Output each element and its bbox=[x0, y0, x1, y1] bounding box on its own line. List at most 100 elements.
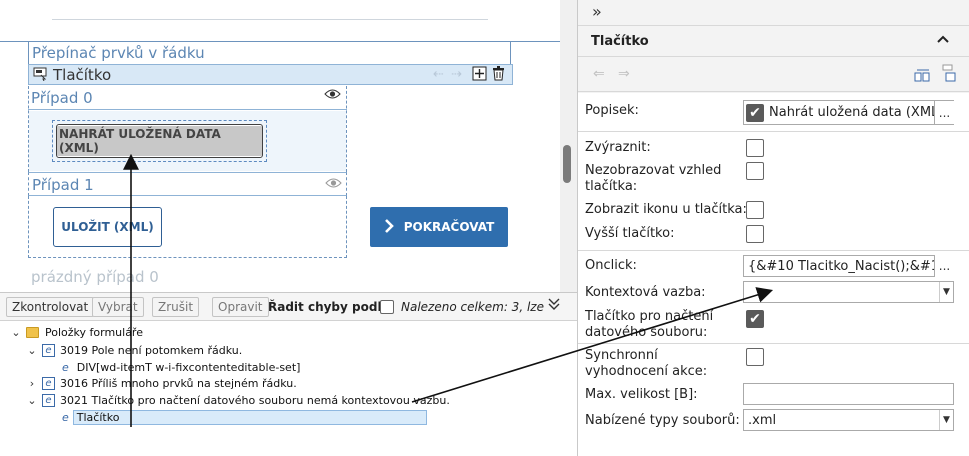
sync-label: Synchronní vyhodnocení akce: bbox=[585, 348, 708, 379]
nacteni-checkbox[interactable]: ✔ bbox=[746, 310, 764, 328]
vyssi-checkbox[interactable] bbox=[746, 225, 764, 243]
align-left-icon[interactable] bbox=[914, 66, 932, 85]
error-item-icon: e bbox=[42, 344, 55, 357]
trash-icon[interactable] bbox=[492, 66, 505, 84]
file-types-label: Nabízené typy souborů: bbox=[585, 413, 740, 428]
case-0-label: Případ 0 bbox=[31, 89, 93, 107]
tree-item-3021[interactable]: ⌄ e 3021 Tlačítko pro načtení datového s… bbox=[26, 392, 450, 409]
popisek-ellipsis-button[interactable]: ... bbox=[934, 101, 954, 124]
vyssi-label: Vyšší tlačítko: bbox=[585, 226, 675, 241]
switch-label: Přepínač prvků v řádku bbox=[32, 44, 205, 62]
kontext-select[interactable]: ▼ bbox=[743, 281, 954, 303]
continue-button[interactable]: POKRAČOVAT bbox=[370, 207, 508, 247]
zvyraznit-label: Zvýraznit: bbox=[585, 140, 651, 155]
tree-child-button[interactable]: e Tlačítko bbox=[62, 409, 427, 426]
found-count-label: Nalezeno celkem: 3, lze bbox=[401, 300, 544, 314]
tree-item-3016[interactable]: › e 3016 Příliš mnoho prvků na stejném ř… bbox=[26, 375, 297, 392]
tree-child-label: DIV[wd-itemT w-i-fixcontenteditable-set] bbox=[76, 361, 301, 374]
chevron-down-icon[interactable]: ⌄ bbox=[26, 394, 38, 407]
max-size-input[interactable] bbox=[743, 383, 954, 405]
error-panel: Zkontrolovat Vybrat Zrušit Opravit Řadit… bbox=[0, 292, 577, 456]
nezobrazovat-label: Nezobrazovat vzhled tlačítka: bbox=[585, 163, 722, 194]
tree-item-label: 3016 Příliš mnoho prvků na stejném řádku… bbox=[60, 377, 297, 390]
error-item-icon: e bbox=[42, 394, 55, 407]
chevron-down-icon[interactable]: ⌄ bbox=[10, 326, 22, 339]
ikona-checkbox[interactable] bbox=[746, 201, 764, 219]
eye-icon[interactable] bbox=[325, 177, 342, 193]
case-1-label: Případ 1 bbox=[32, 176, 94, 194]
expand-all-icon[interactable] bbox=[546, 296, 562, 315]
align-right-icon[interactable] bbox=[940, 64, 958, 85]
onclick-field[interactable]: {&#10 Tlacitko_Nacist();&#1 bbox=[743, 255, 954, 277]
folder-icon bbox=[26, 327, 39, 338]
element-icon: e bbox=[62, 411, 69, 424]
load-data-button-label: NAHRÁT ULOŽENÁ DATA (XML) bbox=[57, 126, 262, 156]
divider bbox=[578, 250, 969, 251]
element-type-label: Tlačítko bbox=[53, 66, 112, 84]
collapse-panel-icon[interactable]: » bbox=[592, 2, 602, 21]
error-item-icon: e bbox=[42, 377, 55, 390]
form-designer-canvas[interactable]: Přepínač prvků v řádku Tlačítko ⇠ ⇢ Příp… bbox=[0, 0, 577, 292]
tree-item-label: 3021 Tlačítko pro načtení datového soubo… bbox=[60, 394, 450, 407]
eye-icon[interactable] bbox=[324, 88, 341, 104]
chevron-right-icon[interactable]: › bbox=[26, 377, 38, 390]
onclick-value: {&#10 Tlacitko_Nacist();&#1 bbox=[748, 258, 940, 274]
arrow-left-icon[interactable]: ⇐ bbox=[593, 66, 605, 82]
tree-child-div[interactable]: e DIV[wd-itemT w-i-fixcontenteditable-se… bbox=[62, 359, 300, 376]
sort-label: Řadit chyby podle bbox=[268, 300, 390, 314]
load-data-button[interactable]: NAHRÁT ULOŽENÁ DATA (XML) bbox=[56, 124, 263, 158]
arrow-right-icon[interactable]: ⇒ bbox=[618, 66, 630, 82]
tree-child-label: Tlačítko bbox=[72, 410, 427, 425]
tree-item-3019[interactable]: ⌄ e 3019 Pole není potomkem řádku. bbox=[26, 342, 242, 359]
zvyraznit-checkbox[interactable] bbox=[746, 139, 764, 157]
tree-root-label: Položky formuláře bbox=[45, 326, 143, 339]
continue-button-label: POKRAČOVAT bbox=[403, 220, 495, 234]
max-size-label: Max. velikost [B]: bbox=[585, 387, 698, 402]
switch-container[interactable]: Přepínač prvků v řádku bbox=[28, 42, 511, 64]
cancel-button[interactable]: Zrušit bbox=[152, 297, 200, 317]
divider bbox=[52, 19, 488, 20]
popisek-value: Nahrát uložená data (XML bbox=[769, 105, 939, 120]
props-header[interactable]: Tlačítko bbox=[578, 27, 969, 57]
file-types-value: .xml bbox=[748, 412, 777, 428]
arrow-right-icon[interactable]: ⇢ bbox=[451, 67, 462, 82]
canvas-scrollbar[interactable] bbox=[560, 0, 577, 292]
divider bbox=[578, 343, 969, 344]
chevron-right-icon bbox=[384, 218, 394, 236]
selected-element-bar[interactable]: Tlačítko ⇠ ⇢ bbox=[28, 64, 513, 85]
properties-panel: » Tlačítko ⇐ ⇒ Popisek: ✔ Nahrát uložená… bbox=[577, 0, 969, 456]
sync-checkbox[interactable] bbox=[746, 348, 764, 366]
case-1-header[interactable]: Případ 1 bbox=[28, 172, 347, 196]
ikona-label: Zobrazit ikonu u tlačítka: bbox=[585, 202, 747, 217]
onclick-label: Onclick: bbox=[585, 258, 637, 273]
scrollbar-thumb[interactable] bbox=[563, 145, 571, 183]
nacteni-label: Tlačítko pro načtení datového souboru: bbox=[585, 309, 714, 340]
fix-button[interactable]: Opravit bbox=[212, 297, 269, 317]
nezobrazovat-checkbox[interactable] bbox=[746, 162, 764, 180]
error-toolbar: Zkontrolovat Vybrat Zrušit Opravit Řadit… bbox=[0, 293, 577, 321]
file-types-select[interactable]: .xml ▼ bbox=[743, 409, 954, 431]
chevron-down-icon[interactable]: ⌄ bbox=[26, 344, 38, 357]
tree-item-label: 3019 Pole není potomkem řádku. bbox=[60, 344, 243, 357]
dropdown-arrow-icon[interactable]: ▼ bbox=[939, 410, 953, 430]
chevron-up-icon[interactable] bbox=[936, 33, 950, 47]
button-element-icon bbox=[33, 66, 48, 85]
check-button[interactable]: Zkontrolovat bbox=[6, 297, 95, 317]
kontext-label: Kontextová vazba: bbox=[585, 285, 706, 300]
props-topbar: » bbox=[578, 0, 969, 26]
props-toolbar: ⇐ ⇒ bbox=[578, 58, 969, 92]
popisek-checkbox[interactable]: ✔ bbox=[746, 103, 764, 122]
empty-case-label: prázdný případ 0 bbox=[31, 268, 159, 286]
onclick-ellipsis-button[interactable]: ... bbox=[934, 255, 954, 277]
popisek-label: Popisek: bbox=[585, 103, 639, 118]
sort-checkbox[interactable] bbox=[380, 300, 394, 314]
element-icon: e bbox=[62, 361, 69, 374]
save-xml-button[interactable]: ULOŽIT (XML) bbox=[53, 207, 162, 247]
popisek-field[interactable]: ✔ Nahrát uložená data (XML bbox=[743, 100, 954, 125]
tree-root[interactable]: ⌄ Položky formuláře bbox=[10, 324, 143, 341]
select-button[interactable]: Vybrat bbox=[92, 297, 144, 317]
dropdown-arrow-icon[interactable]: ▼ bbox=[939, 282, 953, 302]
case-0-header[interactable]: Případ 0 bbox=[28, 86, 347, 110]
arrow-left-icon[interactable]: ⇠ bbox=[433, 67, 444, 82]
add-element-icon[interactable] bbox=[472, 66, 487, 84]
